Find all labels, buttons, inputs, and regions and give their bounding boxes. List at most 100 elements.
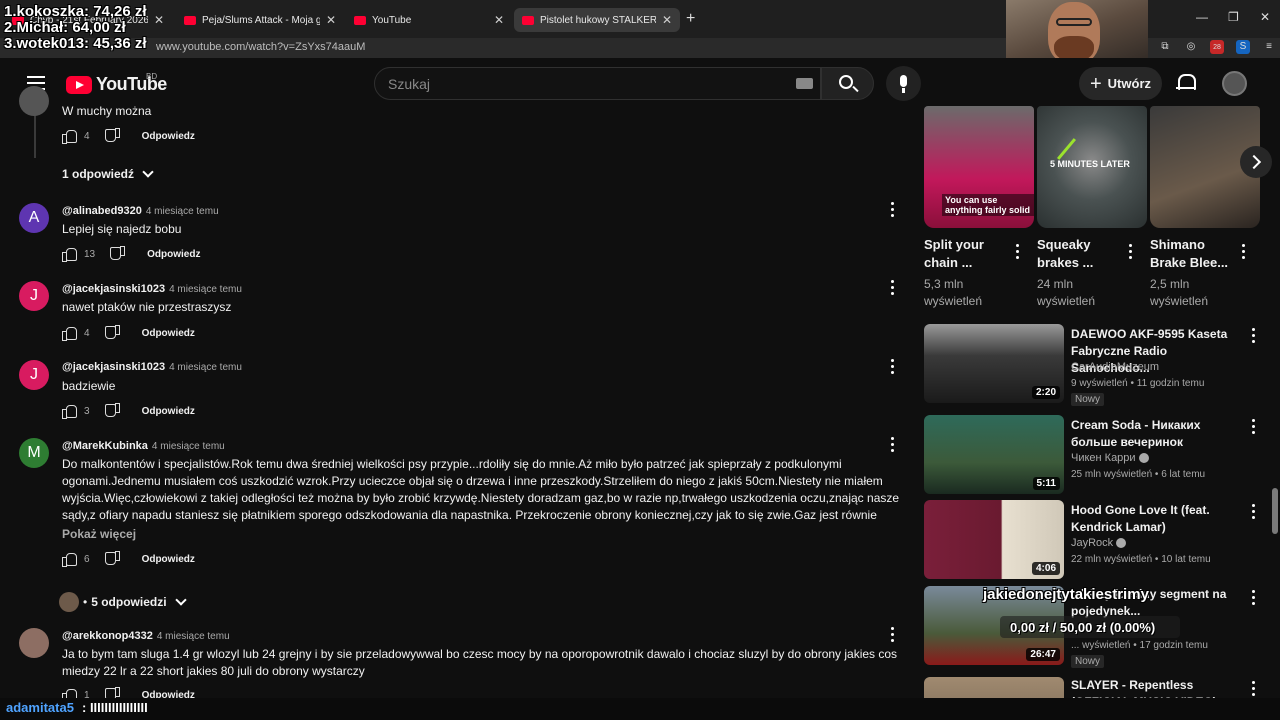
comment-menu-icon[interactable] (891, 437, 895, 453)
like-count: 4 (84, 327, 90, 339)
video-menu-icon[interactable] (1252, 419, 1256, 437)
short-title[interactable]: Squeaky brakes ... (1037, 236, 1121, 272)
video-thumbnail[interactable]: 2:20 (924, 324, 1064, 403)
comment-time[interactable]: 4 miesiące temu (169, 284, 242, 295)
comment-menu-icon[interactable] (891, 202, 895, 218)
short-menu-icon[interactable] (1016, 244, 1020, 262)
like-icon[interactable] (62, 405, 77, 419)
comment-time[interactable]: 4 miesiące temu (146, 206, 219, 217)
maximize-icon[interactable]: ❐ (1228, 10, 1239, 24)
url-text[interactable]: www.youtube.com/watch?v=ZsYxs74aauM (156, 41, 365, 53)
video-menu-icon[interactable] (1252, 328, 1256, 346)
search-input[interactable] (375, 68, 775, 99)
page-scrollbar[interactable] (1272, 488, 1278, 534)
search-box[interactable] (374, 67, 821, 100)
dislike-icon[interactable] (111, 248, 125, 260)
minimize-icon[interactable]: — (1196, 10, 1208, 24)
avatar[interactable]: J (19, 360, 49, 390)
extension-badge-icon[interactable]: 28 (1210, 40, 1224, 54)
keyboard-icon[interactable] (796, 78, 813, 89)
video-recommendation[interactable]: SLAYER - Repentless (OFFICIAL MUSIC VIDE… (924, 677, 1274, 698)
comment-time[interactable]: 4 miesiące temu (157, 631, 230, 642)
comment-menu-icon[interactable] (891, 280, 895, 296)
close-window-icon[interactable]: ✕ (1260, 10, 1270, 24)
extension-puzzle-icon[interactable]: ⧉ (1158, 40, 1172, 54)
comment-actions: 4 Odpowiedz (62, 130, 195, 144)
video-recommendation[interactable]: 5:11 Cream Soda - Никаких больше вечерин… (924, 415, 1274, 497)
avatar[interactable] (19, 628, 49, 658)
comment-author[interactable]: @jacekjasinski1023 (62, 283, 165, 295)
avatar[interactable]: A (19, 203, 49, 233)
comment-author[interactable]: @MarekKubinka (62, 440, 148, 452)
tab-2[interactable]: Peja/Slums Attack - Moja gra + ✕ (176, 8, 344, 32)
comment-time[interactable]: 4 miesiące temu (152, 441, 225, 452)
like-icon[interactable] (62, 130, 77, 144)
video-channel[interactable]: Чикен Карри (1071, 452, 1149, 464)
video-thumbnail[interactable] (924, 677, 1064, 698)
close-tab-icon[interactable]: ✕ (154, 13, 164, 27)
reply-button[interactable]: Odpowiedz (142, 328, 195, 339)
comment-author[interactable]: @arekkonop4332 (62, 630, 153, 642)
short-card[interactable]: You can use anything fairly solid Split … (924, 106, 1034, 308)
close-tab-icon[interactable]: ✕ (662, 13, 672, 27)
shorts-next-chevron-icon[interactable] (1240, 146, 1272, 178)
reply-button[interactable]: Odpowiedz (147, 249, 200, 260)
like-icon[interactable] (62, 327, 77, 341)
video-recommendation[interactable]: 4:06 Hood Gone Love It (feat. Kendrick L… (924, 500, 1274, 582)
replies-toggle[interactable]: 1 odpowiedź (62, 166, 154, 181)
video-title[interactable]: SLAYER - Repentless (OFFICIAL MUSIC VIDE… (1071, 677, 1239, 698)
video-channel[interactable]: JayRock (1071, 537, 1127, 549)
video-thumbnail[interactable]: 4:06 (924, 500, 1064, 579)
dislike-icon[interactable] (106, 130, 120, 142)
account-avatar[interactable] (1222, 71, 1247, 96)
short-card[interactable]: 5 MINUTES LATER Squeaky brakes ... 24 ml… (1037, 106, 1147, 308)
comment-menu-icon[interactable] (891, 627, 895, 643)
short-title[interactable]: Shimano Brake Blee... (1150, 236, 1234, 272)
new-tab-button[interactable]: + (686, 10, 695, 28)
video-thumbnail[interactable]: 5:11 (924, 415, 1064, 494)
youtube-logo[interactable]: YouTube BD (66, 72, 167, 95)
video-menu-icon[interactable] (1252, 504, 1256, 522)
tab-4-active[interactable]: Pistolet hukowy STALKER M906 ✕ (514, 8, 680, 32)
replies-toggle[interactable]: • 5 odpowiedzi (59, 592, 187, 612)
avatar[interactable]: M (19, 438, 49, 468)
short-thumbnail[interactable]: 5 MINUTES LATER (1037, 106, 1147, 228)
close-tab-icon[interactable]: ✕ (494, 13, 504, 27)
reply-button[interactable]: Odpowiedz (142, 554, 195, 565)
like-icon[interactable] (62, 248, 77, 262)
dislike-icon[interactable] (106, 553, 120, 565)
video-menu-icon[interactable] (1252, 590, 1256, 608)
avatar[interactable]: J (19, 281, 49, 311)
create-button[interactable]: + Utwórz (1079, 67, 1162, 100)
video-recommendation[interactable]: 2:20 DAEWOO AKF-9595 Kaseta Fabryczne Ra… (924, 324, 1274, 406)
screen: Chyb - 21st February 2026 ✕ Peja/Slums A… (0, 0, 1280, 720)
browser-menu-icon[interactable]: ≡ (1262, 40, 1276, 54)
dislike-icon[interactable] (106, 405, 120, 417)
short-thumbnail[interactable]: You can use anything fairly solid (924, 106, 1034, 228)
video-channel[interactable]: CarAudioMuzeum (1071, 361, 1159, 373)
reply-button[interactable]: Odpowiedz (142, 131, 195, 142)
comment-time[interactable]: 4 miesiące temu (169, 362, 242, 373)
video-title[interactable]: Hood Gone Love It (feat. Kendrick Lamar) (1071, 502, 1239, 536)
voice-search-mic-icon[interactable] (886, 66, 921, 101)
notifications-bell-icon[interactable] (1176, 74, 1196, 92)
video-menu-icon[interactable] (1252, 681, 1256, 698)
extension-s-icon[interactable]: S (1236, 40, 1250, 54)
short-menu-icon[interactable] (1129, 244, 1133, 262)
search-button[interactable] (821, 67, 874, 100)
show-more-link[interactable]: Pokaż więcej (62, 527, 136, 541)
short-title[interactable]: Split your chain ... (924, 236, 1008, 272)
close-tab-icon[interactable]: ✕ (326, 13, 336, 27)
donation-goal-progress: 0,00 zł / 50,00 zł (0.00%) (1010, 620, 1156, 635)
dislike-icon[interactable] (106, 327, 120, 339)
comment-author[interactable]: @jacekjasinski1023 (62, 361, 165, 373)
avatar[interactable] (19, 86, 49, 116)
extension-gamepad-icon[interactable]: ◎ (1184, 40, 1198, 54)
short-menu-icon[interactable] (1242, 244, 1246, 262)
comment-author[interactable]: @alinabed9320 (62, 205, 142, 217)
video-title[interactable]: Cream Soda - Никаких больше вечеринок (1071, 417, 1239, 451)
like-icon[interactable] (62, 553, 77, 567)
comment-menu-icon[interactable] (891, 359, 895, 375)
tab-3[interactable]: YouTube ✕ (346, 8, 512, 32)
reply-button[interactable]: Odpowiedz (142, 406, 195, 417)
